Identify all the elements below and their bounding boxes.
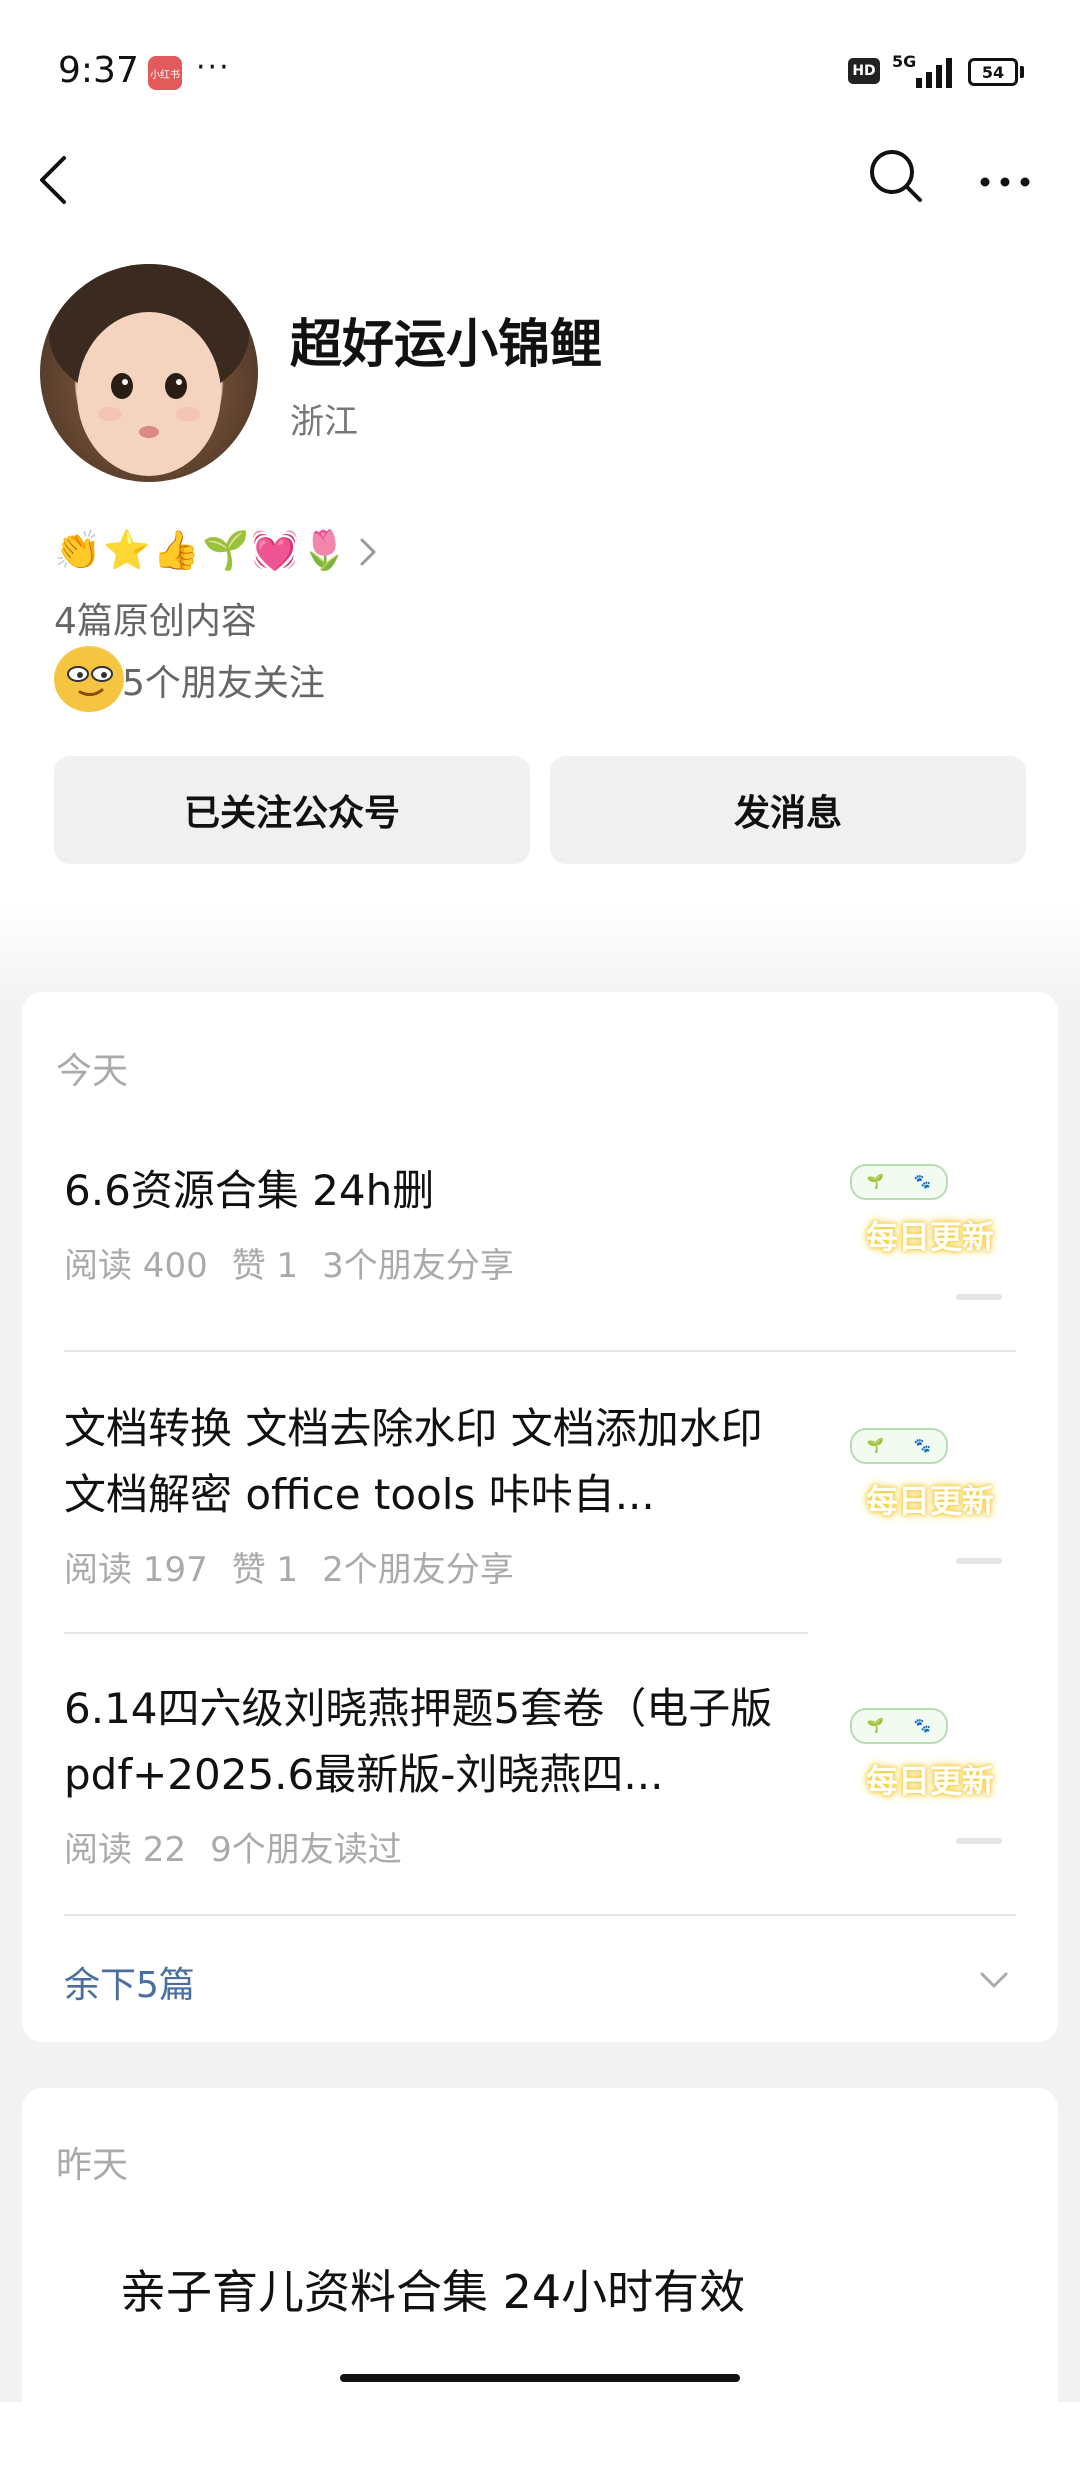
article-divider (64, 1350, 1016, 1352)
article-thumbnail[interactable]: 🌱 🐾 每日更新 (846, 1418, 1006, 1578)
home-indicator[interactable] (340, 2374, 740, 2382)
more-horizontal-icon[interactable] (975, 150, 1035, 210)
article-title[interactable]: 文档转换 文档去除水印 文档添加水印 文档解密 office tools 咔咔自… (64, 1396, 804, 1528)
section-label-today: 今天 (56, 1051, 129, 1092)
thumbnail-text: 每日更新 (866, 1482, 995, 1520)
thumbnail-sticker-icon: 🌱 🐾 (850, 1708, 948, 1744)
emoji-badges[interactable]: 👏⭐👍🌱💓🌷 (54, 528, 350, 573)
article-shares: 3个朋友分享 (322, 1246, 514, 1286)
original-content-count: 4篇原创内容 (54, 601, 257, 642)
battery-icon: 54 (968, 58, 1018, 86)
article-divider (64, 1914, 1016, 1916)
article-title[interactable]: 6.6资源合集 24h删 (64, 1158, 804, 1224)
article-likes: 赞 1 (231, 1550, 299, 1590)
thumbnail-footer (956, 1838, 1002, 1844)
article-reads: 阅读 400 (64, 1246, 208, 1286)
avatar[interactable] (40, 264, 258, 482)
chevron-right-icon[interactable] (352, 532, 382, 572)
article-thumbnail[interactable]: 🌱 🐾 每日更新 (846, 1154, 1006, 1314)
article-title[interactable]: 亲子育儿资料合集 24小时有效 (120, 2256, 745, 2322)
status-overflow-dots: ··· (196, 50, 231, 85)
article-divider (64, 1632, 808, 1634)
status-time: 9:37 (58, 50, 139, 91)
article-title[interactable]: 6.14四六级刘晓燕押题5套卷（电子版pdf+2025.6最新版-刘晓燕四... (64, 1676, 804, 1808)
article-thumbnail[interactable]: 🌱 🐾 每日更新 (846, 1698, 1006, 1858)
friends-follow-count: 5个朋友关注 (122, 663, 325, 704)
article-shares: 2个朋友分享 (322, 1550, 514, 1590)
avatar-face (49, 264, 249, 476)
thumbnail-sticker-icon: 🌱 🐾 (850, 1164, 948, 1200)
thumbnail-text: 每日更新 (866, 1762, 995, 1800)
thumbnail-sticker-icon: 🌱 🐾 (850, 1428, 948, 1464)
article-shares: 9个朋友读过 (210, 1830, 402, 1870)
account-name: 超好运小锦鲤 (290, 315, 603, 375)
article-meta: 阅读 400 赞 1 3个朋友分享 (64, 1238, 538, 1287)
send-message-button[interactable]: 发消息 (550, 756, 1026, 864)
app-notification-icon: 小红书 (148, 56, 182, 90)
section-label-yesterday: 昨天 (56, 2145, 129, 2186)
more-articles-link[interactable]: 余下5篇 (64, 1956, 195, 2008)
signal-icon (916, 58, 952, 88)
thumbnail-text: 每日更新 (866, 1218, 995, 1256)
chevron-down-icon[interactable] (976, 1962, 1012, 1998)
battery-tip (1020, 66, 1024, 78)
article-meta: 阅读 197 赞 1 2个朋友分享 (64, 1542, 538, 1591)
article-meta: 阅读 22 9个朋友读过 (64, 1822, 426, 1871)
chevron-left-icon[interactable] (34, 150, 74, 210)
followed-account-button[interactable]: 已关注公众号 (54, 756, 530, 864)
article-likes: 赞 1 (231, 1246, 299, 1286)
account-location: 浙江 (290, 402, 358, 442)
article-reads: 阅读 22 (64, 1830, 187, 1870)
thumbnail-footer (956, 1294, 1002, 1300)
hd-icon: HD (848, 58, 880, 84)
thumbnail-footer (956, 1558, 1002, 1564)
search-icon[interactable] (866, 146, 926, 206)
smirk-emoji-icon (54, 646, 124, 712)
article-reads: 阅读 197 (64, 1550, 208, 1590)
